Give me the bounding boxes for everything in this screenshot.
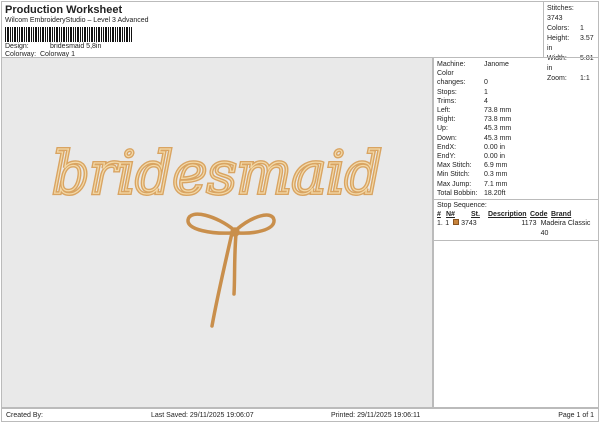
last-saved: Last Saved: 29/11/2025 19:06:07 [151,411,254,419]
info-row: Total Bobbin: 18.20ft [437,189,595,198]
software-name: Wilcom EmbroideryStudio – Level 3 Advanc… [5,17,149,24]
stat-label: Stitches: [547,5,574,12]
info-value: 4 [484,97,488,105]
stat-value: 1 [580,25,584,32]
bow-icon [186,212,276,328]
info-row: Max Jump: 7.1 mm [437,180,595,189]
info-row: Color changes: 0 [437,69,595,87]
info-value: 73.8 mm [484,107,512,115]
info-label: Machine: [437,61,466,68]
design-value: bridesmaid 5,8in [50,43,102,50]
info-label: Down: [437,134,457,142]
info-label: Left: [437,107,451,115]
info-value: 0.00 in [484,143,506,151]
info-value: 0 [484,79,488,87]
stat-value: 3743 [547,15,563,22]
info-label: Trims: [437,97,457,105]
info-label: Right: [437,116,456,124]
info-value: 7.1 mm [484,180,508,188]
info-value: 1 [484,88,488,96]
embroidery-design: bridesmaid bridesmaid [50,137,384,328]
info-row: Trims: 4 [437,97,595,106]
barcode [5,27,132,42]
info-panel: Machine: Janome Color changes: 0 Stops: 1 Trim… [433,57,599,408]
stat-row: Height: 3.57 in [547,34,595,54]
info-label: Max Jump: [437,180,472,188]
footer: Created By: Last Saved: 29/11/2025 19:06… [1,408,599,422]
printed: Printed: 29/11/2025 19:06:11 [331,411,421,419]
info-value: 45.3 mm [484,134,512,142]
info-row: EndX: 0.00 in [437,143,595,152]
stat-row: Colors: 1 [547,24,595,34]
stat-label: Height: [547,35,570,42]
worksheet-header: Production Worksheet Wilcom EmbroiderySt… [1,1,544,58]
stat-label: Colors: [547,25,570,32]
info-row: Stops: 1 [437,88,595,97]
info-value: 6.9 mm [484,162,508,170]
info-value: 18.20ft [484,189,506,197]
info-row: Up: 45.3 mm [437,124,595,133]
info-value: 0.00 in [484,153,506,161]
info-label: EndY: [437,153,456,161]
info-value: 0.3 mm [484,171,508,179]
info-label: Stops: [437,88,457,96]
stop-sequence-title: Stop Sequence: [434,199,598,210]
info-value: 45.3 mm [484,125,512,133]
page-number: Page 1 of 1 [558,411,594,419]
info-value: 73.8 mm [484,116,512,124]
info-row: Machine: Janome [437,60,595,69]
info-label: Total Bobbin: [437,189,478,197]
info-label: Max Stitch: [437,162,472,170]
info-row: Down: 45.3 mm [437,134,595,143]
info-row: Min Stitch: 0.3 mm [437,170,595,179]
created-by: Created By: [6,411,43,419]
info-label: Up: [437,125,448,133]
stop-sequence-header: # N# St. Description Code Brand [437,211,572,219]
info-row: Max Stitch: 6.9 mm [437,161,595,170]
info-label: EndX: [437,143,457,151]
info-row: Right: 73.8 mm [437,115,595,124]
info-label: Color changes: [437,70,466,87]
design-label: Design: [5,43,29,50]
page-title: Production Worksheet [5,4,123,16]
stat-row: Stitches: 3743 [547,4,595,24]
design-text-highlight: bridesmaid [52,139,382,207]
info-row: Left: 73.8 mm [437,106,595,115]
thread-color-swatch [453,219,460,226]
info-row: EndY: 0.00 in [437,152,595,161]
stats-panel: Stitches:3743 Colors: 1 Height: 3.57 in Width… [543,1,599,82]
design-preview: bridesmaid bridesmaid [1,57,433,408]
info-label: Min Stitch: [437,171,470,179]
info-value: Janome [484,61,509,68]
stop-sequence-row: 1. 1 3743 1173 Madeira Classic 40 [437,219,591,237]
